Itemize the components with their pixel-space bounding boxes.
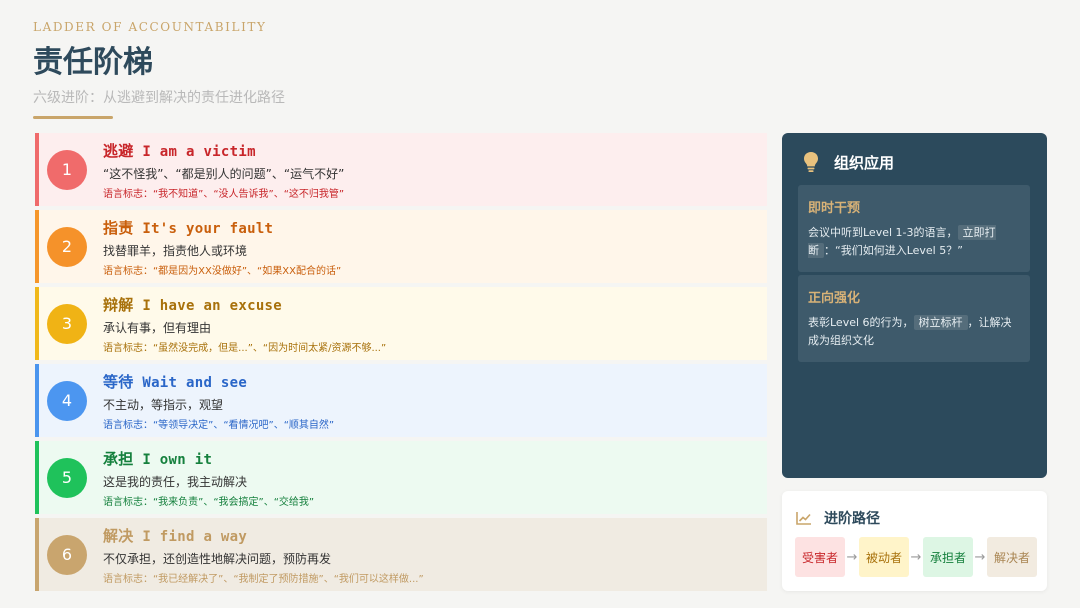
level-language-markers: 语言标志：“虽然没完成，但是...”、“因为时间太紧/资源不够...” xyxy=(103,342,387,354)
reinforce-card: 正向强化 表彰Level 6的行为， 树立标杆 ，让解决成为组织文化 xyxy=(798,275,1030,362)
level-title: 等待 Wait and see xyxy=(103,371,334,392)
trend-chart-icon xyxy=(796,512,811,525)
level-title-cn: 逃避 xyxy=(103,141,134,160)
card-title: 即时干预 xyxy=(808,201,861,216)
level-language-markers: 语言标志：“我不知道”、“没人告诉我”、“这不归我管” xyxy=(103,188,345,200)
card-body: 表彰Level 6的行为， 树立标杆 ，让解决成为组织文化 xyxy=(808,314,1020,350)
level-number-badge: 6 xyxy=(47,534,87,575)
level-number-badge: 3 xyxy=(47,303,87,344)
level-description: 不仅承担，还创造性地解决问题，预防再发 xyxy=(103,551,332,566)
level-description: 找替罪羊，指责他人或环境 xyxy=(103,243,248,258)
level-description: 不主动，等指示，观望 xyxy=(103,397,224,412)
level-title-en: It's your fault xyxy=(142,220,274,237)
level-title: 逃避 I am a victim xyxy=(103,140,344,161)
level-row-3: 3 辩解 I have an excuse 承认有事，但有理由 语言标志：“虽然… xyxy=(35,287,767,360)
step-victim: 受害者 xyxy=(795,537,845,577)
arrow-icon: → xyxy=(846,549,858,565)
org-panel-title: 组织应用 xyxy=(834,153,895,172)
accountability-ladder: 1 逃避 I am a victim “这不怪我”、“都是别人的问题”、“运气不… xyxy=(35,133,767,595)
org-application-panel: 组织应用 即时干预 会议中听到Level 1-3的语言， 立即打断 ：“我们如何进入… xyxy=(782,133,1047,478)
level-title: 辩解 I have an excuse xyxy=(103,294,386,315)
level-title-cn: 指责 xyxy=(103,218,134,237)
level-description: “这不怪我”、“都是别人的问题”、“运气不好” xyxy=(103,166,345,181)
intervene-card: 即时干预 会议中听到Level 1-3的语言， 立即打断 ：“我们如何进入Level… xyxy=(798,185,1030,272)
level-row-2: 2 指责 It's your fault 找替罪羊，指责他人或环境 语言标志：“… xyxy=(35,210,767,283)
page-subtitle: 六级进阶：从逃避到解决的责任进化路径 xyxy=(33,90,285,106)
level-title-en: I am a victim xyxy=(142,143,256,160)
level-number-badge: 1 xyxy=(47,149,87,190)
step-owner: 承担者 xyxy=(923,537,973,577)
level-language-markers: 语言标志：“我来负责”、“我会搞定”、“交给我” xyxy=(103,496,315,508)
card-text-pre: 会议中听到Level 1-3的语言， xyxy=(808,226,958,239)
eyebrow-label: LADDER OF ACCOUNTABILITY xyxy=(33,20,267,34)
level-description: 承认有事，但有理由 xyxy=(103,320,212,335)
level-title-en: Wait and see xyxy=(142,374,248,391)
level-row-6: 6 解决 I find a way 不仅承担，还创造性地解决问题，预防再发 语言… xyxy=(35,518,767,591)
progression-path-panel: 进阶路径 受害者 → 被动者 → 承担者 → 解决者 xyxy=(782,491,1047,591)
org-panel-header: 组织应用 xyxy=(802,151,894,173)
level-row-1: 1 逃避 I am a victim “这不怪我”、“都是别人的问题”、“运气不… xyxy=(35,133,767,206)
level-title-en: I find a way xyxy=(142,528,248,545)
level-title-cn: 承担 xyxy=(103,449,134,468)
level-title: 指责 It's your fault xyxy=(103,217,341,238)
page-title: 责任阶梯 xyxy=(33,45,153,80)
step-passive: 被动者 xyxy=(859,537,909,577)
level-language-markers: 语言标志：“我已经解决了”、“我制定了预防措施”、“我们可以这样做...” xyxy=(103,573,424,585)
card-title: 正向强化 xyxy=(808,291,861,306)
level-row-5: 5 承担 I own it 这是我的责任，我主动解决 语言标志：“我来负责”、“… xyxy=(35,441,767,514)
level-title: 承担 I own it xyxy=(103,448,314,469)
lightbulb-icon xyxy=(804,152,818,172)
path-steps: 受害者 → 被动者 → 承担者 → 解决者 xyxy=(795,537,1037,577)
level-number-badge: 5 xyxy=(47,457,87,498)
level-title-cn: 解决 xyxy=(103,526,134,545)
card-text-post: ：“我们如何进入Level 5？” xyxy=(824,244,963,257)
path-panel-title: 进阶路径 xyxy=(824,511,880,527)
level-language-markers: 语言标志：“等领导决定”、“看情况吧”、“顺其自然” xyxy=(103,419,335,431)
level-title-en: I own it xyxy=(142,451,213,468)
arrow-icon: → xyxy=(910,549,922,565)
level-description: 这是我的责任，我主动解决 xyxy=(103,474,248,489)
level-title: 解决 I find a way xyxy=(103,525,424,546)
level-number-badge: 2 xyxy=(47,226,87,267)
path-panel-header: 进阶路径 xyxy=(796,508,880,528)
level-language-markers: 语言标志：“都是因为XX没做好”、“如果XX配合的话” xyxy=(103,265,342,277)
card-highlight: 树立标杆 xyxy=(913,315,968,330)
level-title-en: I have an excuse xyxy=(142,297,283,314)
step-solver: 解决者 xyxy=(987,537,1037,577)
card-text-pre: 表彰Level 6的行为， xyxy=(808,316,914,329)
level-number-badge: 4 xyxy=(47,380,87,421)
level-row-4: 4 等待 Wait and see 不主动，等指示，观望 语言标志：“等领导决定… xyxy=(35,364,767,437)
level-title-cn: 等待 xyxy=(103,372,134,391)
card-body: 会议中听到Level 1-3的语言， 立即打断 ：“我们如何进入Level 5？” xyxy=(808,224,1020,260)
title-underline xyxy=(33,116,113,119)
level-title-cn: 辩解 xyxy=(103,295,134,314)
arrow-icon: → xyxy=(974,549,986,565)
